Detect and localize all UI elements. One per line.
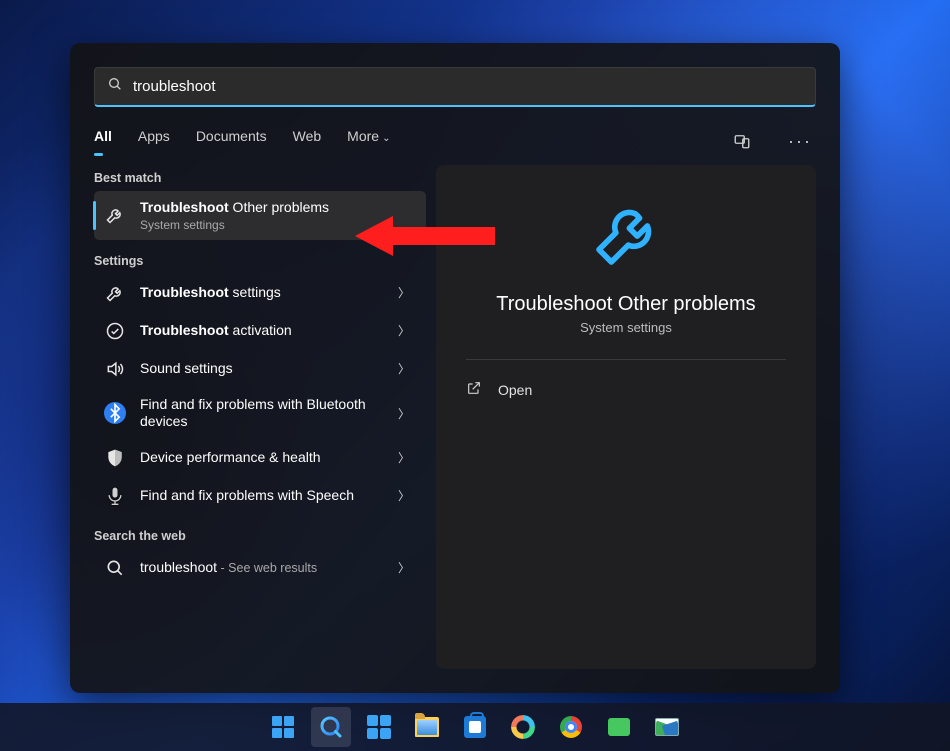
open-external-icon (466, 380, 482, 399)
bluetooth-icon (104, 402, 126, 424)
result-web-search[interactable]: troubleshoot - See web results 〉 (94, 549, 426, 587)
taskbar-widgets[interactable] (359, 707, 399, 747)
search-icon (104, 557, 126, 579)
wrench-icon (104, 204, 126, 226)
detail-title: Troubleshoot Other problems (496, 293, 755, 316)
taskbar-chat[interactable] (599, 707, 639, 747)
divider (466, 359, 786, 360)
group-search-web: Search the web (94, 529, 426, 543)
result-sound-settings[interactable]: Sound settings 〉 (94, 350, 426, 388)
taskbar-microsoft-store[interactable] (455, 707, 495, 747)
taskbar-chrome[interactable] (551, 707, 591, 747)
chevron-right-icon: 〉 (396, 284, 412, 301)
linked-devices-button[interactable] (726, 125, 758, 157)
result-best-match[interactable]: Troubleshoot Other problems System setti… (94, 191, 426, 240)
result-device-health[interactable]: Device performance & health 〉 (94, 439, 426, 477)
chevron-right-icon: 〉 (396, 449, 412, 466)
chevron-right-icon: 〉 (396, 322, 412, 339)
result-bluetooth-troubleshooter[interactable]: Find and fix problems with Bluetooth dev… (94, 388, 426, 439)
search-box[interactable] (94, 67, 816, 107)
taskbar-start[interactable] (263, 707, 303, 747)
more-options-button[interactable]: ··· (784, 125, 816, 157)
open-action[interactable]: Open (466, 374, 786, 405)
result-troubleshoot-settings[interactable]: Troubleshoot settings 〉 (94, 274, 426, 312)
tab-all[interactable]: All (94, 128, 112, 154)
microphone-icon (104, 485, 126, 507)
taskbar-search[interactable] (311, 707, 351, 747)
tab-apps[interactable]: Apps (138, 128, 170, 154)
taskbar-photos[interactable] (647, 707, 687, 747)
tab-more[interactable]: More⌄ (347, 128, 390, 154)
search-row (70, 43, 840, 107)
taskbar-file-explorer[interactable] (407, 707, 447, 747)
tab-web[interactable]: Web (293, 128, 322, 154)
chevron-down-icon: ⌄ (382, 133, 390, 144)
result-troubleshoot-activation[interactable]: Troubleshoot activation 〉 (94, 312, 426, 350)
group-best-match: Best match (94, 171, 426, 185)
filter-tabs: All Apps Documents Web More⌄ ··· (70, 107, 840, 157)
check-circle-icon (104, 320, 126, 342)
volume-icon (104, 358, 126, 380)
detail-subtitle: System settings (580, 320, 672, 335)
wrench-icon (590, 199, 662, 271)
shield-icon (104, 447, 126, 469)
result-speech-troubleshooter[interactable]: Find and fix problems with Speech 〉 (94, 477, 426, 515)
taskbar-copilot[interactable] (503, 707, 543, 747)
chevron-right-icon: 〉 (396, 360, 412, 377)
wrench-icon (104, 282, 126, 304)
tab-documents[interactable]: Documents (196, 128, 267, 154)
chevron-right-icon: 〉 (396, 405, 412, 422)
search-icon (107, 76, 123, 97)
open-label: Open (498, 382, 532, 398)
detail-pane: Troubleshoot Other problems System setti… (436, 165, 816, 669)
chevron-right-icon: 〉 (396, 487, 412, 504)
results-column: Best match Troubleshoot Other problems S… (94, 165, 426, 669)
group-settings: Settings (94, 254, 426, 268)
taskbar (0, 703, 950, 751)
chevron-right-icon: 〉 (396, 559, 412, 576)
search-input[interactable] (133, 78, 803, 95)
start-search-panel: All Apps Documents Web More⌄ ··· Best ma… (70, 43, 840, 693)
